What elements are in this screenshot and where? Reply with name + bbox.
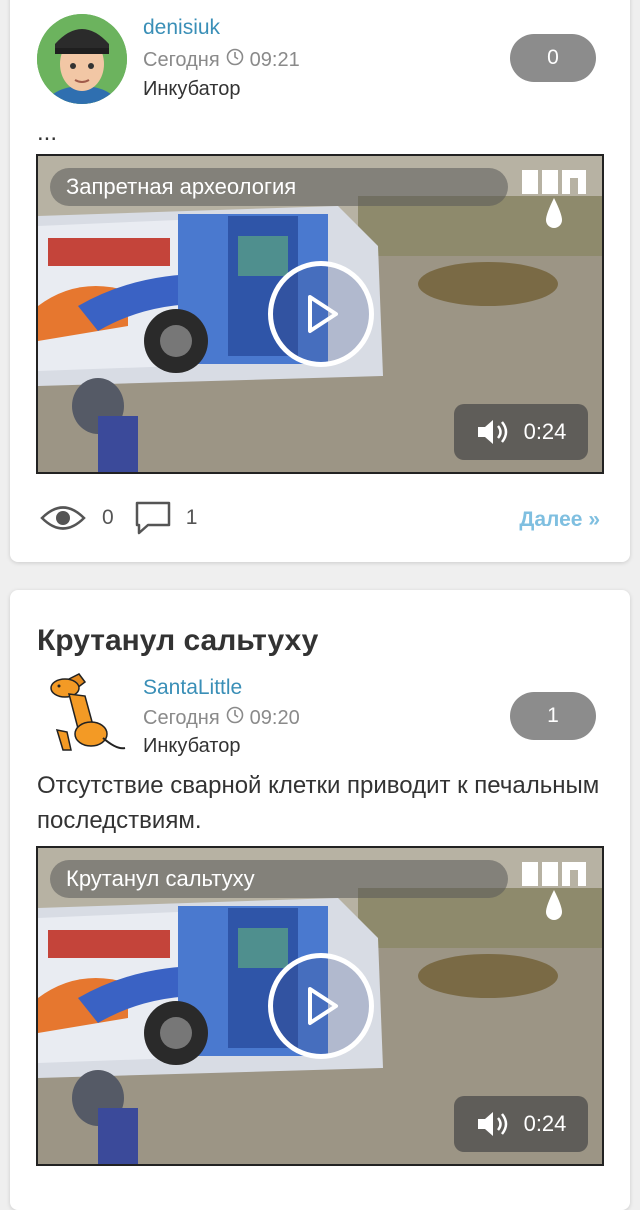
speaker-icon[interactable]: [476, 417, 510, 447]
video-duration: 0:24: [454, 1096, 588, 1152]
rating-badge[interactable]: 1: [510, 692, 596, 740]
yap-logo-icon: [518, 164, 590, 234]
post-date: Сегодня: [143, 706, 220, 729]
video-title: Запретная археология: [50, 168, 508, 206]
clock-icon: [226, 48, 244, 72]
video-title: Крутанул сальтуху: [50, 860, 508, 898]
play-button[interactable]: [268, 261, 374, 367]
speaker-icon[interactable]: [476, 1109, 510, 1139]
clock-icon: [226, 706, 244, 730]
duration-text: 0:24: [523, 419, 567, 444]
author-avatar[interactable]: [37, 14, 127, 104]
eye-icon: [40, 506, 86, 530]
views-count: 0: [102, 506, 114, 529]
post-card: Крутанул сальтуху SantaLittle Сегодня 09…: [10, 590, 630, 1210]
yap-logo-icon: [518, 856, 590, 926]
post-date: Сегодня: [143, 48, 220, 71]
author-link[interactable]: denisiuk: [143, 16, 220, 40]
video-duration: 0:24: [454, 404, 588, 460]
duration-text: 0:24: [523, 1111, 567, 1136]
comments-count[interactable]: 1: [186, 506, 198, 530]
post-category[interactable]: Инкубатор: [143, 735, 240, 758]
play-icon: [308, 295, 338, 333]
rating-badge[interactable]: 0: [510, 34, 596, 82]
post-time: 09:21: [249, 48, 300, 71]
post-title[interactable]: Крутанул сальтуху: [37, 624, 318, 658]
post-meta: Сегодня 09:21: [143, 48, 300, 72]
post-text: ...: [37, 119, 58, 146]
post-text: Отсутствие сварной клетки приводит к печ…: [37, 772, 600, 834]
post-time: 09:20: [249, 706, 300, 729]
video-player[interactable]: Крутанул сальтуху 0:24: [36, 846, 604, 1166]
post-meta: Сегодня 09:20: [143, 706, 300, 730]
comment-bubble-icon[interactable]: [134, 500, 172, 536]
post-card: denisiuk Сегодня 09:21 Инкубатор 0 ... З…: [10, 0, 630, 562]
post-stats: 0 1: [40, 500, 197, 536]
post-category[interactable]: Инкубатор: [143, 78, 240, 101]
play-icon: [308, 987, 338, 1025]
author-avatar[interactable]: [37, 670, 127, 760]
play-button[interactable]: [268, 953, 374, 1059]
author-link[interactable]: SantaLittle: [143, 676, 242, 700]
read-more-link[interactable]: Далее »: [519, 508, 600, 532]
video-player[interactable]: Запретная археология 0:24: [36, 154, 604, 474]
